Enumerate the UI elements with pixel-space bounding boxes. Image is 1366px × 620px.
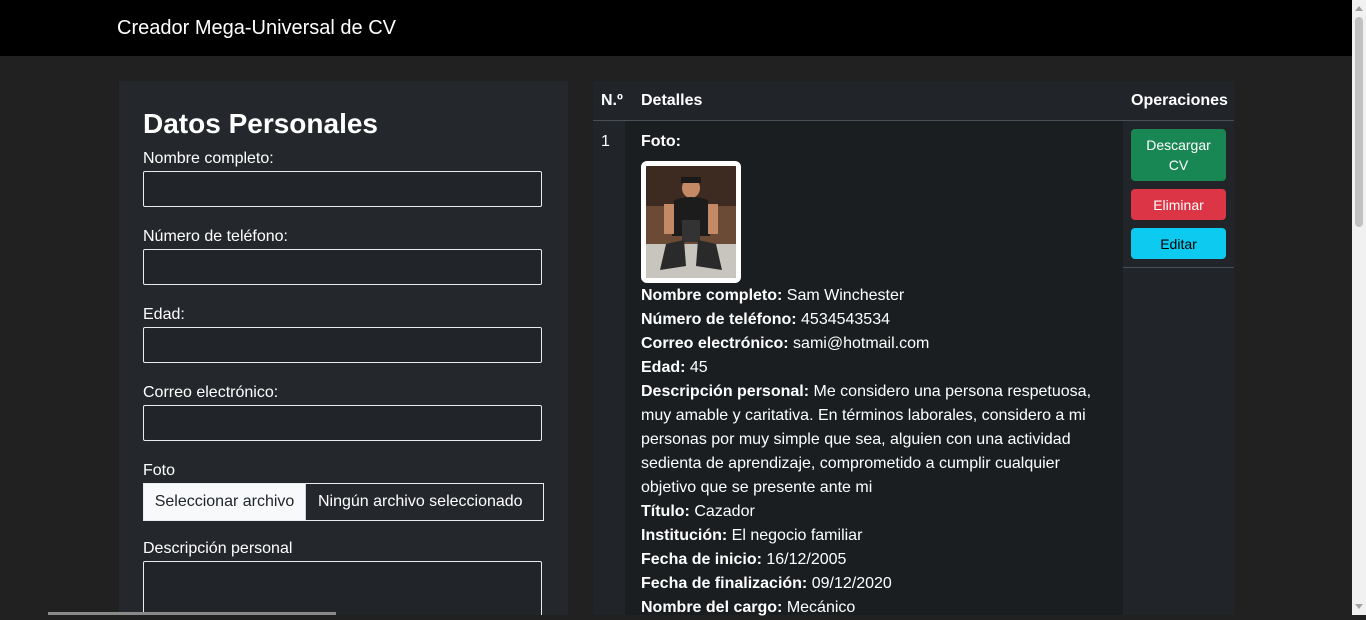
nombre-input[interactable]	[143, 171, 542, 207]
correo-input[interactable]	[143, 405, 542, 441]
file-status-text: Ningún archivo seleccionado	[318, 493, 523, 510]
personal-data-form: Datos Personales Nombre completo: Número…	[119, 81, 568, 615]
detail-correo: Correo electrónico: sami@hotmail.com	[641, 335, 930, 352]
header-details: Detalles	[641, 92, 703, 109]
telefono-label: Número de teléfono:	[143, 228, 288, 245]
profile-photo	[641, 161, 741, 283]
detail-titulo: Título: Cazador	[641, 503, 755, 520]
scroll-down-arrow-icon[interactable]	[1355, 604, 1363, 609]
cv-table: N.º Detalles Operaciones 1 Foto: Nombre …	[593, 81, 1234, 616]
detail-inicio: Fecha de inicio: 16/12/2005	[641, 551, 847, 568]
edad-input[interactable]	[143, 327, 542, 363]
correo-label: Correo electrónico:	[143, 384, 279, 401]
edad-label: Edad:	[143, 306, 185, 323]
select-file-button[interactable]: Seleccionar archivo	[144, 484, 306, 520]
scroll-up-arrow-icon[interactable]	[1355, 6, 1363, 11]
person-photo-image	[646, 166, 736, 278]
foto-file-input[interactable]: Seleccionar archivo Ningún archivo selec…	[143, 483, 544, 521]
header-num: N.º	[601, 92, 623, 109]
nombre-label: Nombre completo:	[143, 150, 274, 167]
navbar-brand[interactable]: Creador Mega-Universal de CV	[117, 17, 396, 40]
foto-label: Foto	[143, 462, 176, 479]
row-number: 1	[601, 133, 610, 150]
header-ops: Operaciones	[1131, 92, 1228, 109]
descripcion-label: Descripción personal	[143, 540, 293, 557]
detail-descripcion: Descripción personal: Me considero una p…	[641, 383, 1092, 496]
ops-divider	[1123, 267, 1234, 268]
scroll-thumb[interactable]	[1355, 17, 1363, 227]
detail-fin: Fecha de finalización: 09/12/2020	[641, 575, 892, 592]
telefono-input[interactable]	[143, 249, 542, 285]
detail-nombre: Nombre completo: Sam Winchester	[641, 287, 905, 304]
foto-detail-label: Foto:	[641, 133, 681, 150]
delete-button[interactable]: Eliminar	[1131, 189, 1226, 220]
form-title: Datos Personales	[143, 108, 378, 139]
edit-button[interactable]: Editar	[1131, 228, 1226, 259]
descripcion-textarea[interactable]	[143, 561, 542, 615]
vertical-scrollbar[interactable]	[1352, 0, 1366, 615]
download-cv-button[interactable]: Descargar CV	[1131, 129, 1226, 181]
detail-institucion: Institución: El negocio familiar	[641, 527, 863, 544]
navbar: Creador Mega-Universal de CV	[0, 0, 1352, 56]
detail-telefono: Número de teléfono: 4534543534	[641, 311, 890, 328]
detail-edad: Edad: 45	[641, 359, 708, 376]
detail-cargo: Nombre del cargo: Mecánico	[641, 599, 856, 616]
